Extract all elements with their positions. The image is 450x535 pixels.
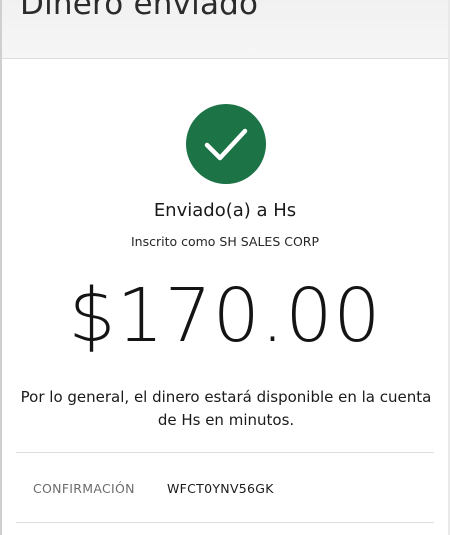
divider bbox=[16, 522, 434, 523]
recipient-text: Enviado(a) a Hs bbox=[153, 200, 297, 221]
confirmation-label: CONFIRMACIÓN bbox=[33, 481, 135, 496]
confirmation-card: Enviado(a) a Hs Inscrito como SH SALES C… bbox=[2, 59, 448, 535]
confirmation-number: WFCT0YNV56GK bbox=[167, 481, 274, 496]
success-checkmark-icon bbox=[186, 104, 266, 184]
page-header: Dinero enviado bbox=[2, 0, 448, 59]
availability-note: Por lo general, el dinero estará disponi… bbox=[20, 388, 432, 429]
registered-name-text: Inscrito como SH SALES CORP bbox=[130, 234, 320, 249]
checkmark-icon bbox=[204, 128, 248, 161]
page-title: Dinero enviado bbox=[20, 0, 259, 22]
confirmation-row: CONFIRMACIÓN WFCT0YNV56GK bbox=[16, 453, 434, 523]
amount-sent: $170.00 bbox=[68, 273, 382, 359]
